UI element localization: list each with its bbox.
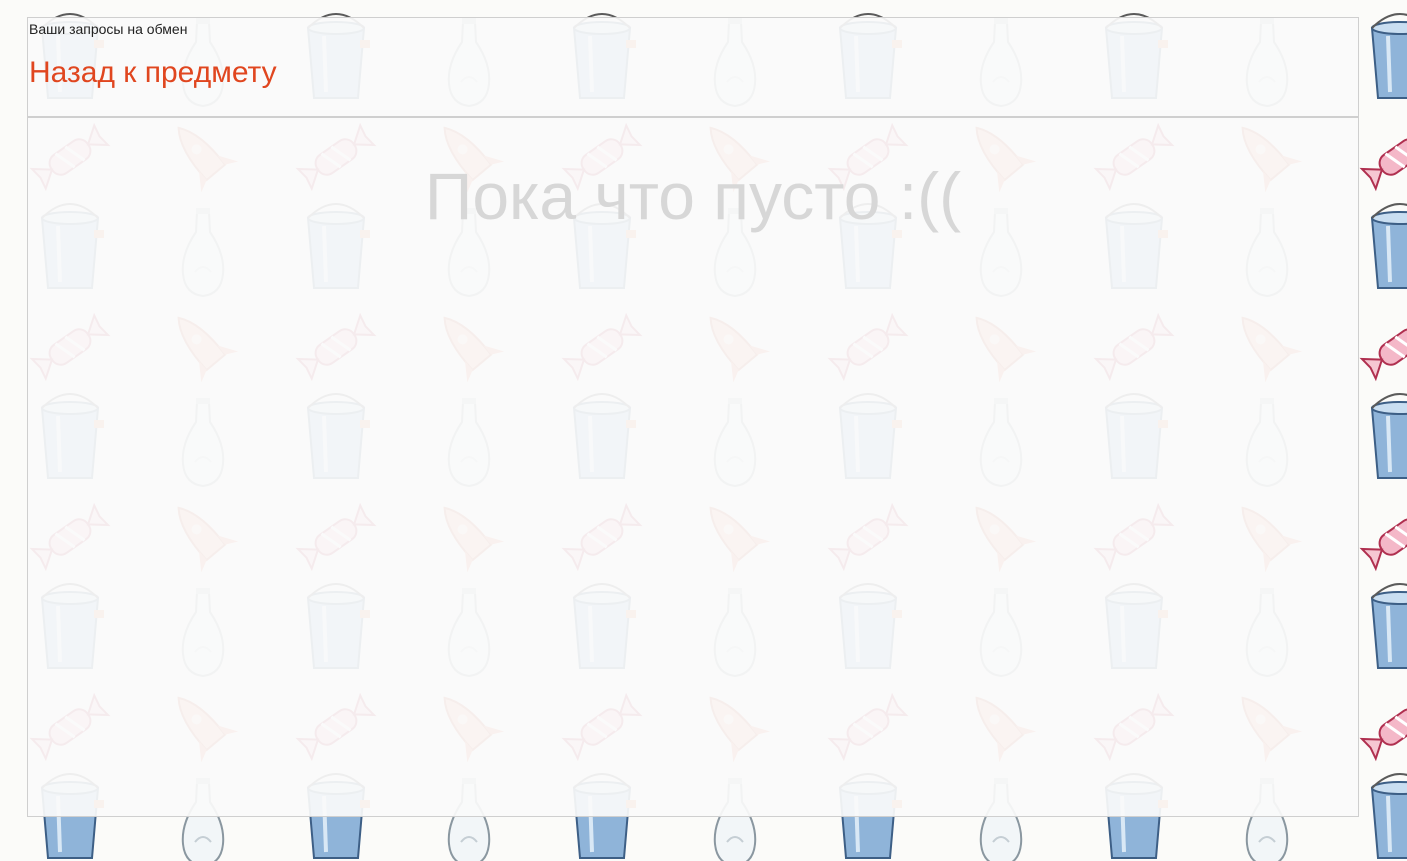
candy-icon <box>1359 708 1407 762</box>
back-to-item-link[interactable]: Назад к предмету <box>29 56 277 90</box>
bucket-icon <box>1370 393 1407 479</box>
bucket-icon <box>1370 583 1407 669</box>
candy-icon <box>1359 328 1407 382</box>
page-subtitle: Ваши запросы на обмен <box>29 21 188 37</box>
requests-list-panel: Пока что пусто :(( <box>27 117 1359 817</box>
empty-state-message: Пока что пусто :(( <box>424 159 962 233</box>
candy-icon <box>1359 518 1407 572</box>
candy-icon <box>1359 138 1407 192</box>
bucket-icon <box>1370 13 1407 99</box>
header-panel: Ваши запросы на обмен Назад к предмету <box>27 17 1359 117</box>
bucket-icon <box>1370 203 1407 289</box>
bucket-icon <box>1370 773 1407 859</box>
